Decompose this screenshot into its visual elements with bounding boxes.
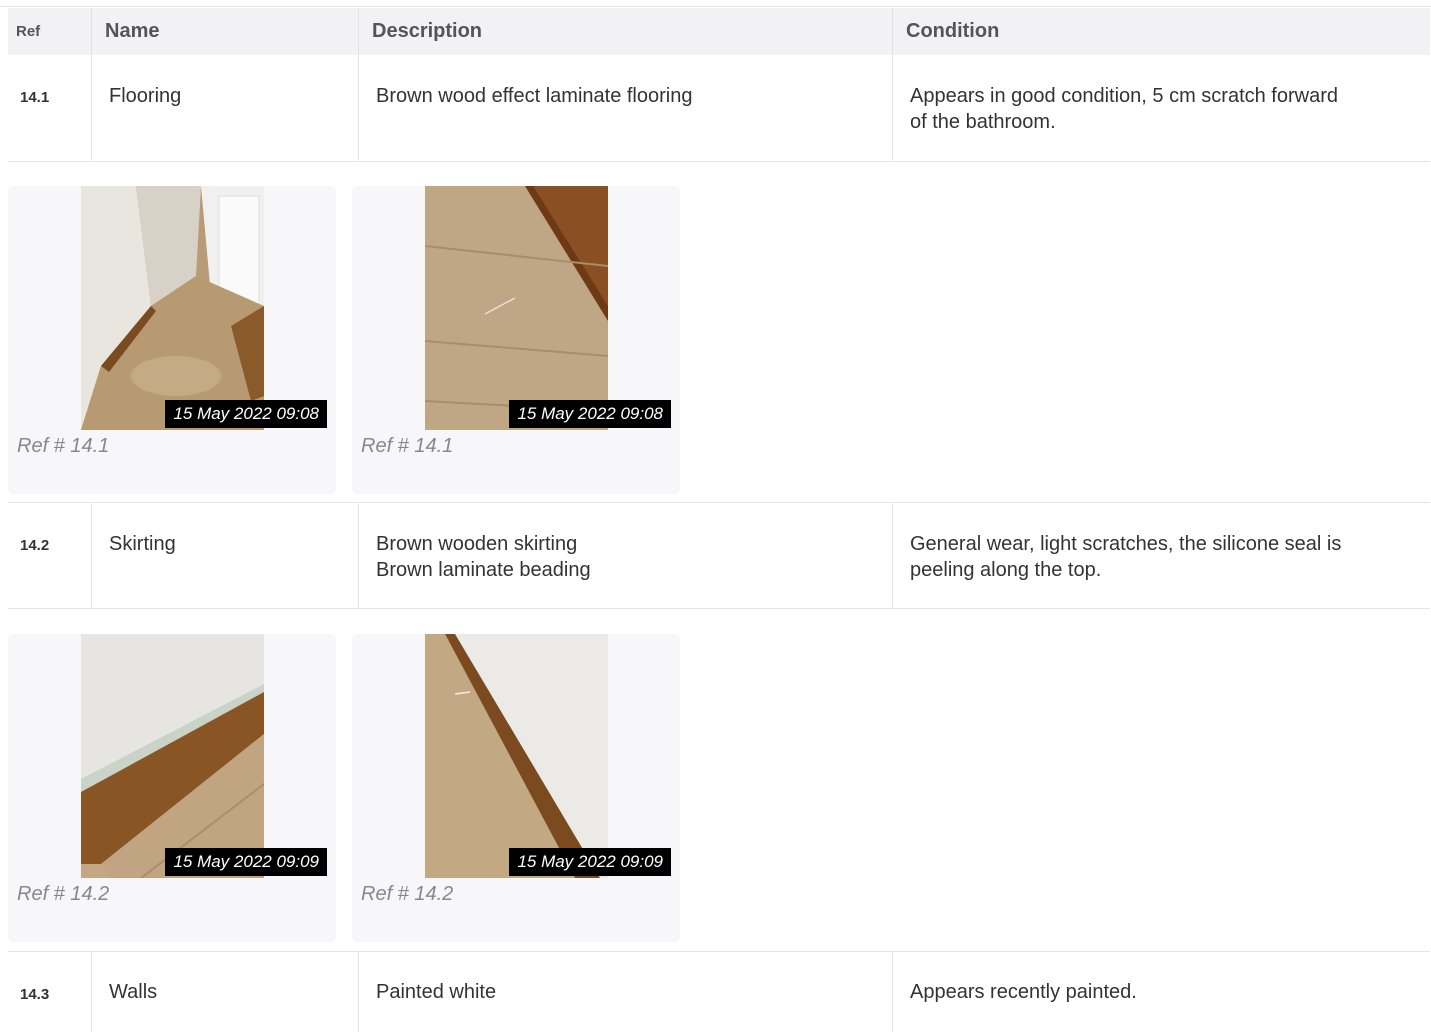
photo-caption: Ref # 14.2 — [361, 883, 454, 905]
row-condition: Appears recently painted. — [910, 981, 1137, 1003]
floor-scratch-photo[interactable] — [425, 186, 608, 430]
row-ref: 14.1 — [20, 89, 50, 106]
photo-card[interactable]: 15 May 2022 09:09 Ref # 14.2 — [8, 634, 336, 942]
row-description: Brown wooden skirting Brown laminate bea… — [376, 533, 591, 581]
row-name: Flooring — [109, 85, 182, 107]
photo-timestamp: 15 May 2022 09:09 — [165, 848, 327, 876]
skirting-photo[interactable] — [81, 634, 264, 878]
photo-gallery: 15 May 2022 09:08 Ref # 14.1 15 May 2022… — [8, 162, 1430, 503]
skirting-detail-photo[interactable] — [425, 634, 608, 878]
top-divider — [0, 0, 1431, 7]
row-description: Painted white — [376, 981, 497, 1003]
photo-gallery: 15 May 2022 09:09 Ref # 14.2 15 May 2022… — [8, 609, 1430, 952]
photo-card[interactable]: 15 May 2022 09:08 Ref # 14.1 — [352, 186, 680, 494]
photo-caption: Ref # 14.1 — [361, 435, 454, 457]
photo-timestamp: 15 May 2022 09:09 — [509, 848, 671, 876]
table-row: 14.2 Skirting Brown wooden skirting Brow… — [8, 503, 1430, 609]
header-description: Description — [372, 20, 483, 42]
row-condition: Appears in good condition, 5 cm scratch … — [910, 85, 1338, 133]
header-name: Name — [105, 20, 160, 42]
photo-caption: Ref # 14.1 — [17, 435, 110, 457]
photo-card[interactable]: 15 May 2022 09:09 Ref # 14.2 — [352, 634, 680, 942]
photo-caption: Ref # 14.2 — [17, 883, 110, 905]
header-ref: Ref — [16, 23, 41, 40]
row-ref: 14.3 — [20, 986, 50, 1003]
table-header: Ref Name Description Condition — [8, 8, 1430, 55]
table-row: 14.3 Walls Painted white Appears recentl… — [8, 952, 1430, 1032]
table-row: 14.1 Flooring Brown wood effect laminate… — [8, 55, 1430, 162]
row-description: Brown wood effect laminate flooring — [376, 85, 693, 107]
header-condition: Condition — [906, 20, 1000, 42]
hallway-floor-photo[interactable] — [81, 186, 264, 430]
row-name: Skirting — [109, 533, 176, 555]
row-ref: 14.2 — [20, 537, 50, 554]
row-name: Walls — [109, 981, 158, 1003]
photo-timestamp: 15 May 2022 09:08 — [165, 400, 327, 428]
photo-timestamp: 15 May 2022 09:08 — [509, 400, 671, 428]
photo-card[interactable]: 15 May 2022 09:08 Ref # 14.1 — [8, 186, 336, 494]
inventory-report-page: Ref Name Description Condition 14.1 Floo… — [0, 0, 1431, 1032]
row-condition: General wear, light scratches, the silic… — [910, 533, 1342, 581]
